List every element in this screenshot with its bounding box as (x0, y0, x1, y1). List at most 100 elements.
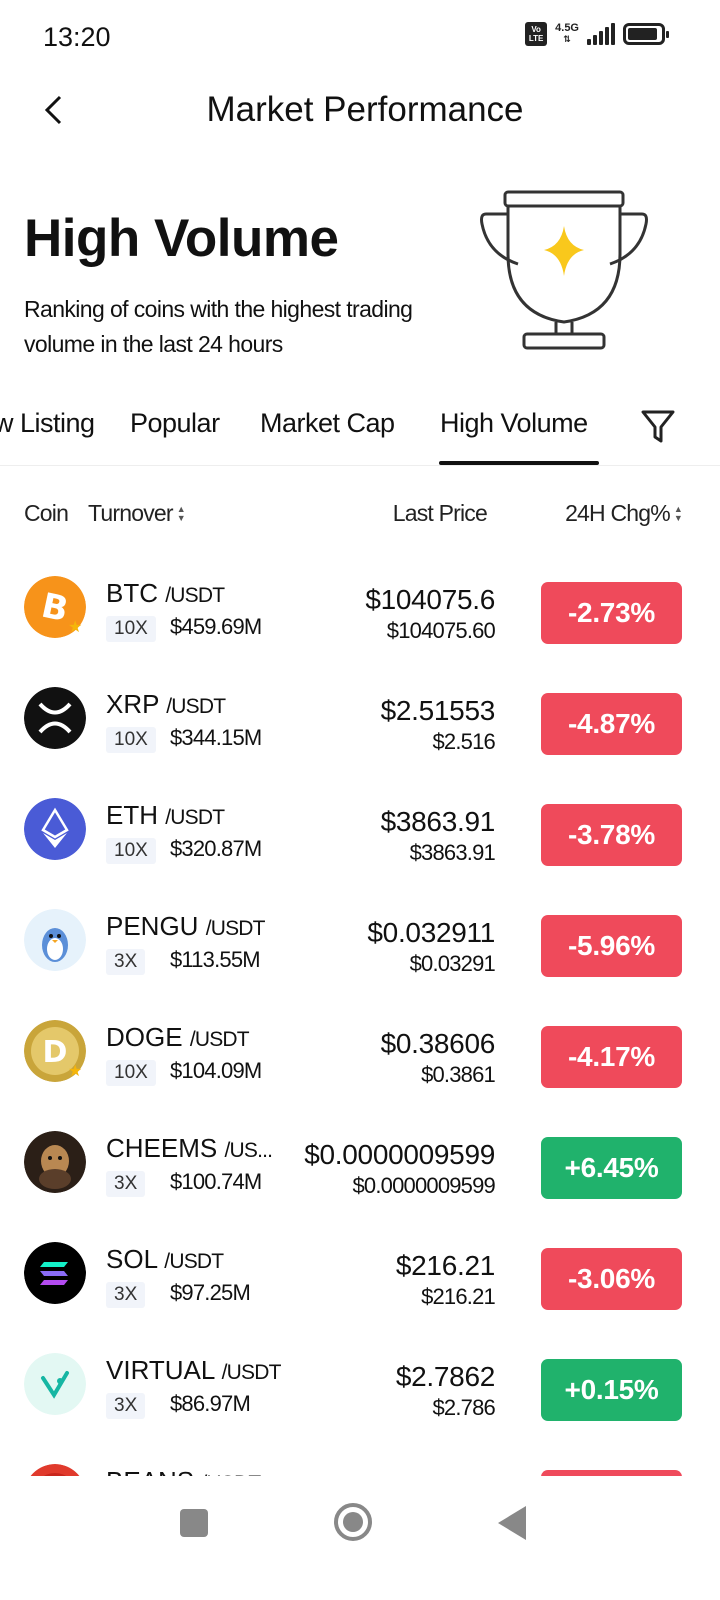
turnover-value: $86.97M (170, 1391, 251, 1416)
network-type: 4.5G ⇅ (555, 22, 579, 45)
leverage-badge: 10X (106, 616, 156, 642)
market-row-beans[interactable]: BEANS /USDT (0, 1434, 720, 1476)
market-row-virtual[interactable]: VIRTUAL /USDT 3X $86.97M $2.7862 $2.786 +0.15… (0, 1323, 720, 1434)
coin-symbol: XRP (106, 689, 159, 719)
coin-quote: /USDT (166, 695, 226, 718)
last-price: $0.0000009599 (304, 1139, 495, 1170)
turnover-value: $100.74M (170, 1169, 262, 1194)
battery-icon (623, 23, 669, 45)
coin-quote: /USDT (165, 806, 225, 829)
fiat-price: $104075.60 (386, 618, 496, 643)
turnover-value: $97.25M (170, 1280, 251, 1305)
leverage-badge: 10X (106, 838, 156, 864)
svg-text:D: D (43, 1035, 68, 1070)
leverage-badge: 3X (106, 1393, 146, 1419)
coin-symbol: CHEEMS (106, 1133, 218, 1163)
market-row-xrp[interactable]: XRP /USDT 10X $344.15M $2.51553 $2.516 -4.87% (0, 657, 720, 768)
tab-market-cap[interactable]: Market Cap (260, 408, 395, 439)
tab-high-volume[interactable]: High Volume (440, 408, 588, 439)
leverage-badge: 3X (106, 1282, 146, 1308)
page-title: Market Performance (206, 90, 524, 129)
hero-description: Ranking of coins with the highest tradin… (24, 296, 413, 357)
turnover-value: $344.15M (170, 725, 262, 750)
column-last-price: Last Price (392, 500, 488, 526)
fiat-price: $2.516 (432, 729, 496, 754)
fiat-price: $0.3861 (421, 1062, 496, 1087)
system-back-button[interactable] (498, 1506, 526, 1540)
top-app-bar: Market Performance (0, 78, 720, 144)
fiat-price: $216.21 (421, 1284, 496, 1309)
sort-icon: ▲ ▼ (673, 503, 683, 523)
list-column-headers: Coin Turnover ▲ ▼ Last Price 24H Chg% ▲ ▼ (0, 494, 720, 534)
last-price: $104075.6 (365, 584, 495, 615)
change-badge: +6.45% (541, 1137, 682, 1199)
last-price: $2.7862 (395, 1361, 495, 1392)
market-list: B ★ BTC /USDT 10X $459.69M $104075.6 $104075.6… (0, 546, 720, 1476)
coin-pair: BTC /USDT (106, 578, 225, 609)
fiat-price: $2.786 (432, 1395, 496, 1420)
signal-icon (587, 23, 615, 45)
leverage-badge: 10X (106, 1060, 156, 1086)
hero-title: High Volume (24, 209, 339, 268)
status-bar: 13:20 Vo LTE 4.5G ⇅ (0, 0, 720, 78)
market-row-eth[interactable]: ETH /USDT 10X $320.87M $3863.91 $3863.91 -3.7… (0, 768, 720, 879)
change-badge: -2.73% (541, 582, 682, 644)
coin-quote: /US... (224, 1139, 273, 1162)
column-turnover[interactable]: Turnover ▲ ▼ (88, 500, 186, 527)
home-button[interactable] (334, 1503, 372, 1541)
cheems-logo (24, 1131, 86, 1193)
last-price: $3863.91 (380, 806, 496, 837)
change-badge: -4.87% (541, 693, 682, 755)
coin-quote: /USDT (205, 917, 266, 940)
status-time: 13:20 (43, 22, 111, 52)
sort-icon: ▲ ▼ (176, 503, 186, 523)
filter-icon (641, 410, 675, 443)
coin-pair: CHEEMS /US... (106, 1133, 273, 1164)
last-price: $0.032911 (367, 917, 495, 948)
coin-pair: ETH /USDT (106, 800, 225, 831)
favorite-star-icon: ★ (68, 619, 83, 636)
battery-level (628, 28, 657, 40)
coin-pair: BEANS /USDT (106, 1466, 261, 1476)
coin-quote: /USDT (221, 1361, 282, 1384)
coin-symbol: SOL (106, 1244, 158, 1274)
trophy-icon (480, 190, 648, 350)
market-row-sol[interactable]: SOL /USDT 3X $97.25M $216.21 $216.21 -3.06% (0, 1212, 720, 1323)
coin-quote: /USDT (189, 1028, 250, 1051)
turnover-value: $104.09M (170, 1058, 262, 1083)
coin-symbol: PENGU (106, 911, 199, 941)
hero-banner: High Volume Ranking of coins with the hi… (0, 180, 720, 380)
system-navigation-bar (0, 1476, 720, 1600)
recent-apps-button[interactable] (180, 1509, 208, 1537)
last-price: $0.38606 (380, 1028, 496, 1059)
virtual-logo (24, 1353, 86, 1415)
change-badge: +0.15% (541, 1359, 682, 1421)
solana-logo (24, 1242, 86, 1304)
change-badge: -3.06% (541, 1248, 682, 1310)
coin-symbol: DOGE (106, 1022, 183, 1052)
xrp-logo (24, 687, 86, 749)
leverage-badge: 10X (106, 727, 156, 753)
coin-pair: SOL /USDT (106, 1244, 224, 1275)
tab-popular[interactable]: Popular (130, 408, 220, 439)
market-row-pengu[interactable]: PENGU /USDT 3X $113.55M $0.032911 $0.03291 -5… (0, 879, 720, 990)
column-coin: Coin (24, 500, 69, 526)
market-row-btc[interactable]: B ★ BTC /USDT 10X $459.69M $104075.6 $104075.6… (0, 546, 720, 657)
coin-symbol: ETH (106, 800, 158, 830)
leverage-badge: 3X (106, 949, 146, 975)
column-change[interactable]: 24H Chg% ▲ ▼ (565, 500, 683, 527)
ethereum-logo (24, 798, 86, 860)
turnover-value: $459.69M (170, 614, 262, 639)
market-row-cheems[interactable]: CHEEMS /US... 3X $100.74M $0.0000009599 $0.0… (0, 1101, 720, 1212)
pengu-logo (24, 909, 86, 971)
tab-new-listing[interactable]: w Listing (0, 408, 95, 439)
coin-pair: VIRTUAL /USDT (106, 1355, 281, 1386)
coin-quote: /USDT (164, 1250, 224, 1273)
filter-button[interactable] (638, 406, 682, 450)
favorite-star-icon: ★ (68, 1063, 83, 1080)
turnover-value: $113.55M (170, 947, 261, 972)
market-row-doge[interactable]: D ★ DOGE /USDT 10X $104.09M $0.38606 $0.3861 -4… (0, 990, 720, 1101)
active-tab-indicator (439, 461, 599, 465)
change-badge: -4.17% (541, 1026, 682, 1088)
fiat-price: $0.0000009599 (352, 1173, 495, 1198)
